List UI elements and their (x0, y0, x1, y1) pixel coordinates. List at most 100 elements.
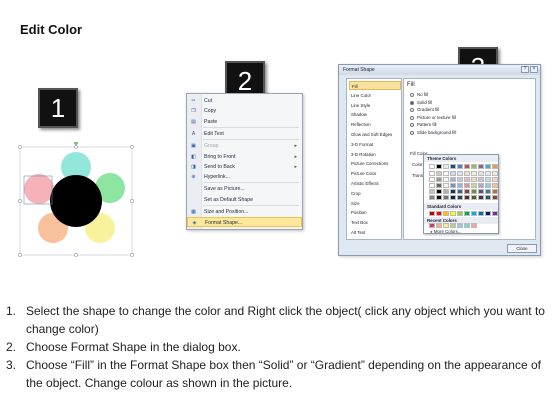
menu-item-paste[interactable]: ▤ Paste (187, 117, 302, 127)
category-reflection[interactable]: Reflection (349, 120, 401, 129)
color-swatch[interactable] (457, 177, 463, 182)
menu-item-set-as-default-shape[interactable]: Set as Default Shape (187, 195, 302, 205)
close-x-button[interactable]: × (530, 66, 538, 73)
color-swatch[interactable] (443, 171, 449, 176)
category-line-style[interactable]: Line Style (349, 101, 401, 110)
color-swatch[interactable] (429, 223, 435, 228)
category-glow-and-soft-edges[interactable]: Glow and Soft Edges (349, 130, 401, 139)
color-swatch[interactable] (471, 211, 477, 216)
color-swatch[interactable] (492, 177, 498, 182)
color-swatch[interactable] (485, 183, 491, 188)
category-picture-color[interactable]: Picture Color (349, 169, 401, 178)
category-text-box[interactable]: Text Box (349, 218, 401, 227)
color-swatch[interactable] (450, 171, 456, 176)
color-swatch[interactable] (478, 183, 484, 188)
color-swatch[interactable] (492, 211, 498, 216)
category-artistic-effects[interactable]: Artistic Effects (349, 179, 401, 188)
help-button[interactable]: ? (521, 66, 529, 73)
color-swatch[interactable] (471, 189, 477, 194)
color-swatch[interactable] (429, 177, 435, 182)
color-swatch[interactable] (471, 177, 477, 182)
color-swatch[interactable] (443, 177, 449, 182)
color-swatch[interactable] (436, 164, 442, 169)
color-swatch[interactable] (443, 189, 449, 194)
color-swatch[interactable] (457, 164, 463, 169)
menu-item-edit-text[interactable]: A Edit Text (187, 129, 302, 139)
color-swatch[interactable] (436, 211, 442, 216)
close-button[interactable]: Close (507, 244, 537, 253)
color-swatch[interactable] (450, 211, 456, 216)
radio-slide-background-fill[interactable]: Slide background fill (410, 130, 456, 136)
color-swatch[interactable] (485, 195, 491, 200)
color-swatch[interactable] (485, 189, 491, 194)
category-fill[interactable]: Fill (349, 81, 401, 90)
color-swatch[interactable] (457, 171, 463, 176)
category-position[interactable]: Position (349, 208, 401, 217)
color-swatch[interactable] (443, 195, 449, 200)
color-swatch[interactable] (436, 189, 442, 194)
color-swatch[interactable] (450, 195, 456, 200)
radio-gradient-fill[interactable]: Gradient fill (410, 107, 439, 113)
category-size[interactable]: Size (349, 199, 401, 208)
color-swatch[interactable] (429, 211, 435, 216)
color-swatch[interactable] (485, 177, 491, 182)
color-swatch[interactable] (436, 183, 442, 188)
color-swatch[interactable] (457, 211, 463, 216)
color-swatch[interactable] (492, 164, 498, 169)
color-swatch[interactable] (450, 223, 456, 228)
menu-item-format-shape[interactable]: ◈ Format Shape... (187, 217, 302, 228)
radio-picture-or-texture-fill[interactable]: Picture or texture fill (410, 115, 456, 121)
color-swatch[interactable] (464, 195, 470, 200)
color-swatch[interactable] (464, 164, 470, 169)
category-picture-corrections[interactable]: Picture Corrections (349, 159, 401, 168)
color-swatch[interactable] (450, 164, 456, 169)
color-swatch[interactable] (457, 189, 463, 194)
color-swatch[interactable] (478, 177, 484, 182)
color-swatch[interactable] (471, 183, 477, 188)
color-swatch[interactable] (485, 211, 491, 216)
color-swatch[interactable] (478, 195, 484, 200)
color-swatch[interactable] (492, 189, 498, 194)
menu-item-bring-to-front[interactable]: ◧ Bring to Front ▸ (187, 152, 302, 162)
menu-item-group[interactable]: ▣ Group ▸ (187, 141, 302, 151)
color-swatch[interactable] (478, 211, 484, 216)
color-swatch[interactable] (450, 189, 456, 194)
color-swatch[interactable] (464, 211, 470, 216)
category-crop[interactable]: Crop (349, 189, 401, 198)
color-swatch[interactable] (457, 223, 463, 228)
shape-diagram[interactable] (18, 141, 138, 260)
color-swatch[interactable] (464, 183, 470, 188)
color-swatch[interactable] (436, 171, 442, 176)
color-swatch[interactable] (429, 164, 435, 169)
menu-item-hyperlink[interactable]: ⊕ Hyperlink... (187, 172, 302, 182)
petal-circle[interactable] (24, 174, 54, 204)
menu-item-cut[interactable]: ✂ Cut (187, 96, 302, 106)
color-swatch[interactable] (429, 171, 435, 176)
menu-item-save-as-picture[interactable]: Save as Picture... (187, 184, 302, 194)
color-swatch[interactable] (436, 223, 442, 228)
color-swatch[interactable] (436, 195, 442, 200)
category-shadow[interactable]: Shadow (349, 110, 401, 119)
color-swatch[interactable] (450, 183, 456, 188)
color-swatch[interactable] (485, 164, 491, 169)
color-swatch[interactable] (478, 171, 484, 176)
color-swatch[interactable] (485, 171, 491, 176)
color-swatch[interactable] (429, 195, 435, 200)
color-swatch[interactable] (471, 223, 477, 228)
color-swatch[interactable] (471, 171, 477, 176)
category-3-d-rotation[interactable]: 3-D Rotation (349, 150, 401, 159)
color-swatch[interactable] (478, 164, 484, 169)
menu-item-copy[interactable]: ❐ Copy (187, 106, 302, 116)
menu-item-size-and-position[interactable]: ▦ Size and Position... (187, 207, 302, 217)
color-swatch[interactable] (443, 223, 449, 228)
color-swatch[interactable] (457, 195, 463, 200)
radio-no-fill[interactable]: No fill (410, 92, 428, 98)
color-swatch[interactable] (478, 189, 484, 194)
radio-solid-fill[interactable]: Solid fill (410, 100, 432, 106)
color-swatch[interactable] (443, 211, 449, 216)
color-swatch[interactable] (464, 171, 470, 176)
category-alt-text[interactable]: Alt Text (349, 228, 401, 237)
color-swatch[interactable] (471, 195, 477, 200)
color-swatch[interactable] (492, 195, 498, 200)
color-swatch[interactable] (471, 164, 477, 169)
